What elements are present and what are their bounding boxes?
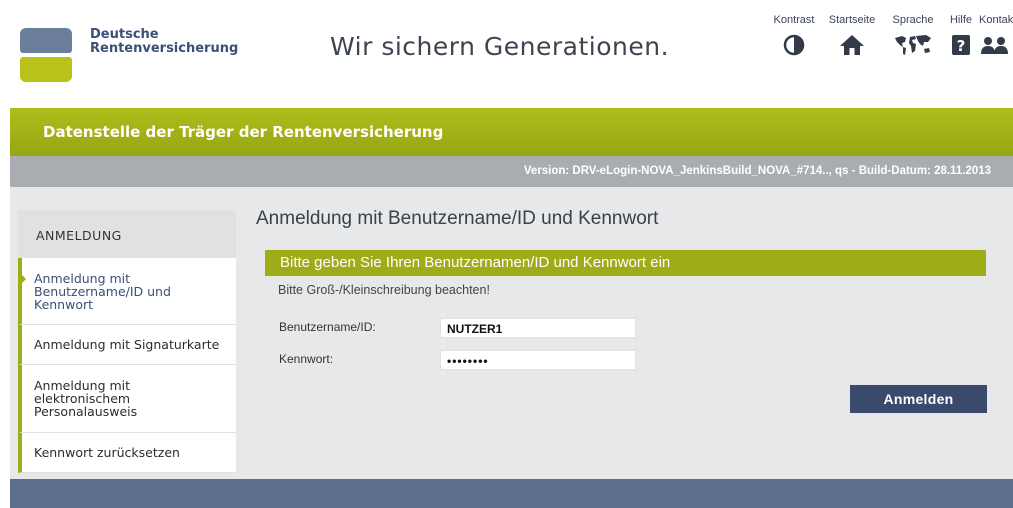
nav-sprache[interactable]: Sprache (883, 14, 943, 59)
contrast-icon (783, 31, 805, 59)
logo-top-block (20, 28, 72, 53)
password-label: Kennwort: (279, 352, 334, 366)
active-arrow-icon (21, 274, 26, 284)
banner-bar: Datenstelle der Träger der Rentenversich… (10, 108, 1013, 156)
label-line: Personalausweis (34, 404, 138, 419)
contact-people-icon (979, 31, 1009, 59)
drv-logo[interactable] (20, 28, 72, 82)
sidebar-item-label: Anmeldung mit Benutzername/ID und Kennwo… (34, 272, 171, 311)
nav-kontakt-label: Kontak (979, 14, 1013, 26)
instruction-bar: Bitte geben Sie Ihren Benutzernamen/ID u… (265, 250, 986, 276)
label-line: Kennwort (34, 296, 94, 312)
svg-text:?: ? (957, 37, 966, 55)
sidebar-item-label: Anmeldung mit Signaturkarte (34, 337, 220, 352)
brand-name: Deutsche Rentenversicherung (90, 28, 238, 56)
page-header: Deutsche Rentenversicherung Wir sichern … (10, 8, 1013, 108)
nav-kontrast[interactable]: Kontrast (767, 14, 821, 59)
top-navigation: Kontrast Startseite Sprache Hilfe ? Kont… (767, 14, 1013, 59)
nav-startseite-label: Startseite (828, 14, 876, 26)
label-line: Anmeldung mit (34, 270, 131, 286)
logo-bottom-block (20, 57, 72, 82)
banner-title: Datenstelle der Träger der Rentenversich… (43, 123, 444, 141)
version-text: Version: DRV-eLogin-NOVA_JenkinsBuild_NO… (523, 165, 991, 177)
case-sensitivity-hint: Bitte Groß-/Kleinschreibung beachten! (278, 283, 490, 297)
sidebar-heading: ANMELDUNG (18, 210, 236, 258)
nav-hilfe[interactable]: Hilfe ? (943, 14, 979, 59)
login-button[interactable]: Anmelden (850, 385, 987, 413)
sidebar-item-id-card[interactable]: Anmeldung mit elektronischem Personalaus… (18, 365, 236, 433)
page-footer (10, 479, 1013, 508)
instruction-text: Bitte geben Sie Ihren Benutzernamen/ID u… (280, 254, 671, 271)
password-field[interactable]: •••••••• (440, 350, 636, 370)
nav-startseite[interactable]: Startseite (821, 14, 883, 59)
brand-line-2: Rentenversicherung (90, 41, 239, 56)
sidebar-item-signature-card[interactable]: Anmeldung mit Signaturkarte (18, 325, 236, 365)
nav-kontakt[interactable]: Kontak (979, 14, 1013, 59)
nav-hilfe-label: Hilfe (949, 14, 972, 26)
sidebar: ANMELDUNG Anmeldung mit Benutzername/ID … (18, 210, 236, 473)
username-label: Benutzername/ID: (279, 320, 376, 334)
brand-line-1: Deutsche (90, 27, 159, 42)
sidebar-item-label: Anmeldung mit elektronischem Personalaus… (34, 379, 137, 418)
version-bar: Version: DRV-eLogin-NOVA_JenkinsBuild_NO… (10, 156, 1013, 187)
sidebar-item-label: Kennwort zurücksetzen (34, 445, 180, 460)
slogan: Wir sichern Generationen. (330, 32, 670, 61)
nav-kontrast-label: Kontrast (773, 14, 815, 26)
sidebar-item-login-password[interactable]: Anmeldung mit Benutzername/ID und Kennwo… (18, 258, 236, 325)
login-panel: Anmeldung mit Benutzername/ID und Kennwo… (236, 187, 1013, 479)
help-icon: ? (951, 31, 971, 59)
sidebar-item-reset-password[interactable]: Kennwort zurücksetzen (18, 433, 236, 473)
nav-sprache-label: Sprache (892, 14, 934, 26)
page-title: Anmeldung mit Benutzername/ID und Kennwo… (256, 208, 659, 229)
world-map-icon (893, 31, 933, 59)
username-field[interactable]: NUTZER1 (440, 318, 636, 338)
home-icon (839, 31, 865, 59)
label-line: Benutzername/ID und (34, 283, 171, 299)
